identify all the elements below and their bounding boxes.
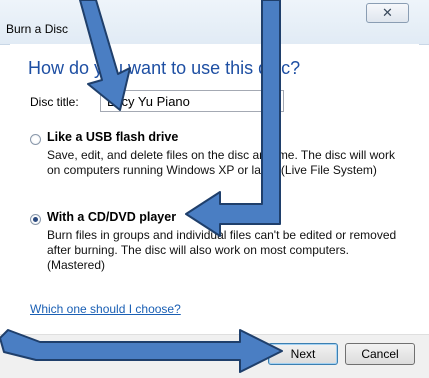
burn-disc-dialog: Burn a Disc ✕ How do you want to use thi… [0,0,429,378]
disc-title-input[interactable] [100,90,284,112]
option-usb-description: Save, edit, and delete files on the disc… [47,148,395,177]
cancel-button[interactable]: Cancel [345,343,415,365]
window-title: Burn a Disc [6,22,69,36]
next-button[interactable]: Next [268,343,338,365]
page-heading: How do you want to use this disc? [28,58,301,78]
disc-title-label: Disc title: [30,95,79,109]
button-row: Next Cancel [0,334,429,378]
title-bar: Burn a Disc ✕ [0,0,429,45]
option-cd-description: Burn files in groups and individual file… [47,228,397,272]
option-cd-title[interactable]: With a CD/DVD player [47,210,176,224]
dialog-content [10,44,419,334]
option-usb-title[interactable]: Like a USB flash drive [47,130,178,144]
cd-dvd-player-radio[interactable] [30,214,41,225]
help-link[interactable]: Which one should I choose? [30,302,181,316]
close-icon: ✕ [382,5,393,21]
usb-flash-drive-radio[interactable] [30,134,41,145]
close-button[interactable]: ✕ [366,3,409,23]
